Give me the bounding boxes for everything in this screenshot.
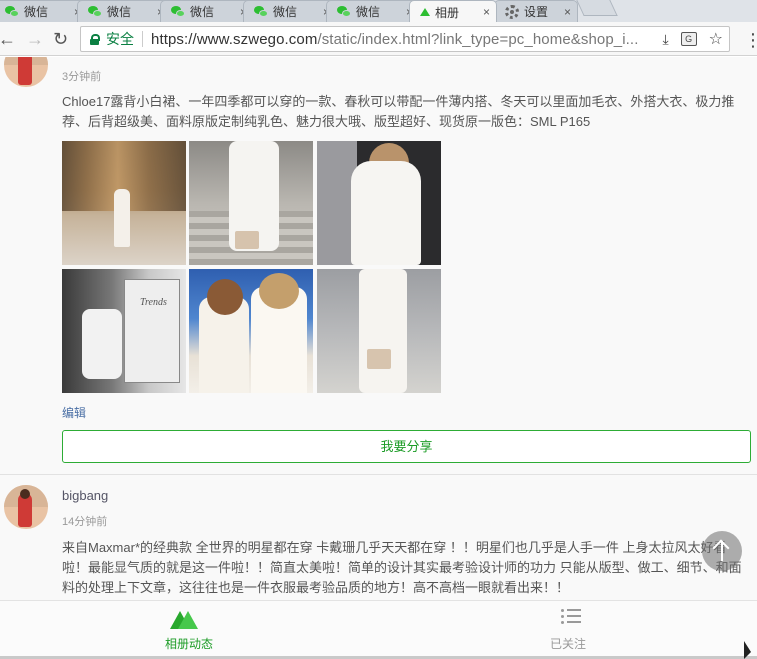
post-photo-1[interactable]	[62, 141, 186, 265]
wechat-icon	[254, 5, 268, 18]
wechat-icon	[88, 5, 102, 18]
new-tab-button[interactable]	[576, 0, 618, 16]
tab-title: 微信	[356, 5, 381, 19]
url-text[interactable]: https://www.szwego.com/static/index.html…	[151, 31, 662, 48]
photo-caption: Trends	[140, 297, 167, 308]
browser-toolbar: ← → ↻ 安全 https://www.szwego.com/static/i…	[0, 22, 757, 56]
nav-following[interactable]: 已关注	[379, 601, 757, 657]
username[interactable]: bigbang	[62, 488, 108, 503]
close-icon[interactable]: ×	[564, 5, 571, 19]
post-text: 来自Maxmar*的经典款 全世界的明星都在穿 卡戴珊几乎天天都在穿 ！！明星们…	[62, 540, 742, 595]
post-text: Chloe17露背小白裙、一年四季都可以穿的一款、春秋可以带配一件薄内搭、冬天可…	[62, 94, 735, 129]
wechat-icon	[5, 5, 19, 18]
tab-title: 微信	[107, 5, 132, 19]
album-icon	[420, 8, 430, 16]
edit-link[interactable]: 编辑	[62, 404, 86, 421]
tab-title: 微信	[24, 5, 49, 19]
post-time: 14分钟前	[62, 516, 108, 528]
scroll-to-top-button[interactable]	[702, 531, 742, 571]
secure-label: 安全	[106, 31, 134, 47]
bottom-nav: 相册动态 已关注	[0, 600, 757, 656]
post-photo-5[interactable]	[189, 269, 313, 393]
feed[interactable]: 3分钟前 Chloe17露背小白裙、一年四季都可以穿的一款、春秋可以带配一件薄内…	[0, 57, 757, 600]
browser-menu-icon[interactable]: ⋮	[744, 30, 757, 51]
tab-wechat-3[interactable]: 微信 ×	[160, 0, 254, 22]
download-icon[interactable]: ⤓	[662, 31, 668, 48]
nav-following-label: 已关注	[549, 637, 586, 651]
post-photo-3[interactable]	[317, 141, 441, 265]
tab-wechat-4[interactable]: 微信 ×	[243, 0, 337, 22]
post-photo-4[interactable]: Trends	[62, 269, 186, 393]
post-photo-2[interactable]	[189, 141, 313, 265]
tab-wechat-5[interactable]: 微信 ×	[326, 0, 420, 22]
wechat-icon	[337, 5, 351, 18]
share-button[interactable]: 我要分享	[62, 430, 751, 463]
wechat-icon	[171, 5, 185, 18]
tab-title: 设置	[524, 5, 549, 19]
mountain-icon	[170, 609, 198, 629]
post-time: 3分钟前	[62, 71, 102, 83]
nav-album-feed[interactable]: 相册动态	[0, 601, 378, 657]
gear-icon	[505, 4, 519, 19]
url-host: https://www.szwego.com	[151, 30, 318, 48]
tab-title: 微信	[190, 5, 215, 19]
reload-icon[interactable]: ↻	[53, 30, 68, 48]
tab-wechat-1[interactable]: 微信 ×	[0, 0, 88, 22]
lock-icon	[90, 33, 100, 45]
tab-settings[interactable]: 设置 ×	[494, 0, 578, 22]
tab-wechat-2[interactable]: 微信 ×	[77, 0, 171, 22]
nav-album-label: 相册动态	[164, 637, 213, 651]
separator	[142, 31, 143, 47]
back-icon[interactable]: ←	[0, 30, 16, 48]
avatar[interactable]	[4, 485, 48, 529]
tab-album[interactable]: 相册 ×	[409, 0, 497, 22]
translate-icon[interactable]: G	[680, 32, 697, 46]
list-icon	[561, 609, 581, 625]
forward-icon[interactable]: →	[26, 30, 44, 48]
bookmark-star-icon[interactable]: ☆	[709, 29, 723, 49]
post-photo-6[interactable]	[317, 269, 441, 393]
close-icon[interactable]: ×	[483, 5, 490, 19]
tab-strip: 微信 × 微信 × 微信 × 微信 × 微信 × 相册 × 设置 ×	[0, 0, 757, 22]
mouse-cursor-icon	[744, 641, 751, 659]
avatar[interactable]	[4, 57, 48, 87]
url-path: /static/index.html?link_type=pc_home&sho…	[317, 30, 639, 48]
divider	[0, 474, 757, 475]
tab-title: 微信	[273, 5, 298, 19]
address-bar[interactable]: 安全 https://www.szwego.com/static/index.h…	[80, 26, 730, 52]
tab-title: 相册	[435, 5, 460, 20]
